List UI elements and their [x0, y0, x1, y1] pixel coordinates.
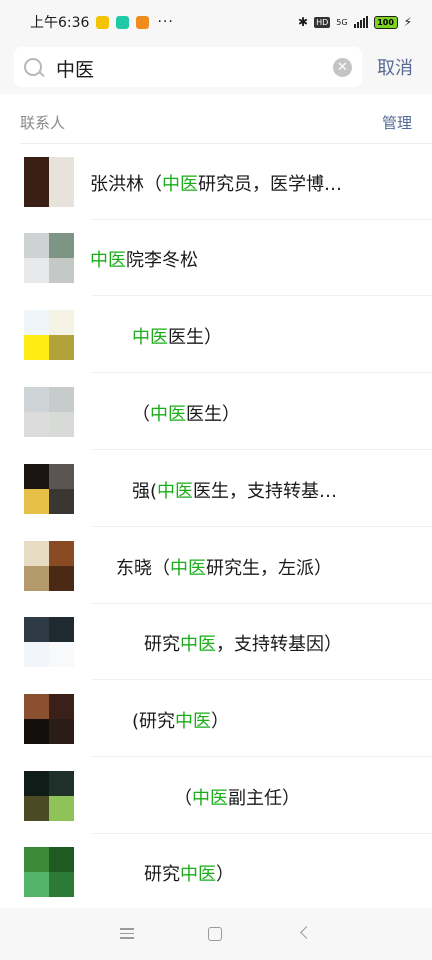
contact-name: （中医医生）: [132, 400, 240, 426]
hd-icon: HD: [314, 16, 331, 28]
status-indicators: ✱ HD 5G 100 ⚡: [298, 0, 412, 44]
shopping-app-icon: [136, 15, 150, 29]
search-box[interactable]: ✕: [14, 47, 362, 87]
clear-icon[interactable]: ✕: [333, 58, 352, 77]
avatar: [24, 464, 74, 514]
search-match-highlight: 中医: [162, 174, 198, 195]
bluetooth-icon: ✱: [298, 15, 309, 29]
contact-name-suffix: 医生，支持转基…: [193, 481, 338, 502]
search-match-highlight: 中医: [180, 864, 216, 885]
contact-row[interactable]: 研究中医）: [0, 834, 432, 910]
contact-name: (研究中医）: [132, 707, 229, 733]
contact-name-suffix: 医生）: [168, 327, 222, 348]
search-match-highlight: 中医: [132, 327, 168, 348]
contact-row[interactable]: （中医副主任）: [0, 758, 432, 834]
contact-name: 中医院李冬松: [90, 246, 198, 272]
contacts-section-header: 联系人 管理: [0, 94, 432, 144]
avatar: [24, 541, 74, 591]
search-match-highlight: 中医: [192, 788, 228, 809]
manage-button[interactable]: 管理: [382, 112, 412, 133]
contact-row[interactable]: (研究中医）: [0, 681, 432, 757]
contact-name: 强(中医医生，支持转基…: [132, 477, 337, 503]
home-icon[interactable]: [208, 927, 222, 941]
network-label: 5G: [336, 17, 348, 27]
charging-icon: ⚡: [403, 15, 412, 29]
contact-name-prefix: 东晓（: [116, 558, 170, 579]
search-bar: ✕ 取消: [0, 44, 432, 94]
contact-name: （中医副主任）: [174, 784, 300, 810]
search-input[interactable]: [54, 54, 318, 82]
search-match-highlight: 中医: [175, 711, 212, 732]
search-match-highlight: 中医: [157, 481, 194, 502]
contact-name-suffix: 院李冬松: [126, 250, 198, 271]
row-divider: [92, 295, 432, 296]
avatar: [24, 694, 74, 744]
status-bar: 上午6:36 ··· ✱ HD 5G 100 ⚡: [0, 0, 432, 44]
battery-icon: 100: [373, 15, 398, 29]
contact-name-suffix: ）: [216, 864, 234, 885]
row-divider: [92, 756, 432, 757]
row-divider: [92, 372, 432, 373]
avatar: [24, 847, 74, 897]
more-dots-icon: ···: [157, 14, 174, 30]
status-time: 上午6:36: [30, 15, 90, 31]
contact-row[interactable]: 研究中医，支持转基因）: [0, 604, 432, 680]
contact-name-prefix: （: [174, 788, 192, 809]
contact-row[interactable]: 强(中医医生，支持转基…: [0, 451, 432, 527]
avatar: [24, 157, 74, 207]
contact-row[interactable]: （中医医生）: [0, 374, 432, 450]
avatar: [24, 233, 74, 283]
back-icon[interactable]: [300, 926, 313, 939]
shield-app-icon: [116, 15, 130, 29]
contact-name-prefix: 强(: [132, 481, 158, 502]
contact-name-prefix: 研究: [144, 634, 180, 655]
contact-name-suffix: 医生）: [186, 404, 240, 425]
contact-name: 东晓（中医研究生，左派）: [116, 554, 332, 580]
contact-name: 中医医生）: [132, 323, 222, 349]
search-match-highlight: 中医: [170, 558, 206, 579]
avatar: [24, 771, 74, 821]
contact-name: 研究中医）: [144, 860, 234, 886]
search-match-highlight: 中医: [90, 250, 126, 271]
menu-icon[interactable]: [120, 928, 134, 939]
contact-row[interactable]: 东晓（中医研究生，左派）: [0, 528, 432, 604]
contact-name-suffix: 研究员，医学博…: [198, 174, 342, 195]
contact-name-suffix: ）: [211, 711, 230, 732]
avatar: [24, 387, 74, 437]
contact-name: 研究中医，支持转基因）: [144, 630, 342, 656]
contact-name-suffix: ，支持转基因）: [216, 634, 342, 655]
contact-name-suffix: 研究生，左派）: [206, 558, 332, 579]
search-match-highlight: 中医: [150, 404, 186, 425]
avatar: [24, 310, 74, 360]
contact-name-suffix: 副主任）: [228, 788, 300, 809]
search-icon: [24, 58, 42, 76]
contact-name-prefix: 研究: [144, 864, 180, 885]
cancel-button[interactable]: 取消: [377, 54, 413, 80]
contact-name-prefix: （: [132, 404, 150, 425]
avatar: [24, 617, 74, 667]
section-title: 联系人: [20, 114, 66, 132]
row-divider: [92, 679, 432, 680]
contact-row[interactable]: 中医院李冬松: [0, 220, 432, 296]
chat-app-icon: [96, 15, 110, 29]
contact-name-prefix: (研究: [132, 711, 176, 732]
row-divider: [92, 526, 432, 527]
contact-row[interactable]: 中医医生）: [0, 297, 432, 373]
contact-name-prefix: 张洪林（: [90, 174, 162, 195]
contact-name: 张洪林（中医研究员，医学博…: [90, 170, 342, 196]
system-nav-bar: [0, 908, 432, 960]
signal-icon: [353, 16, 368, 28]
contact-row[interactable]: 张洪林（中医研究员，医学博…: [0, 144, 432, 220]
row-divider: [92, 449, 432, 450]
search-match-highlight: 中医: [180, 634, 216, 655]
